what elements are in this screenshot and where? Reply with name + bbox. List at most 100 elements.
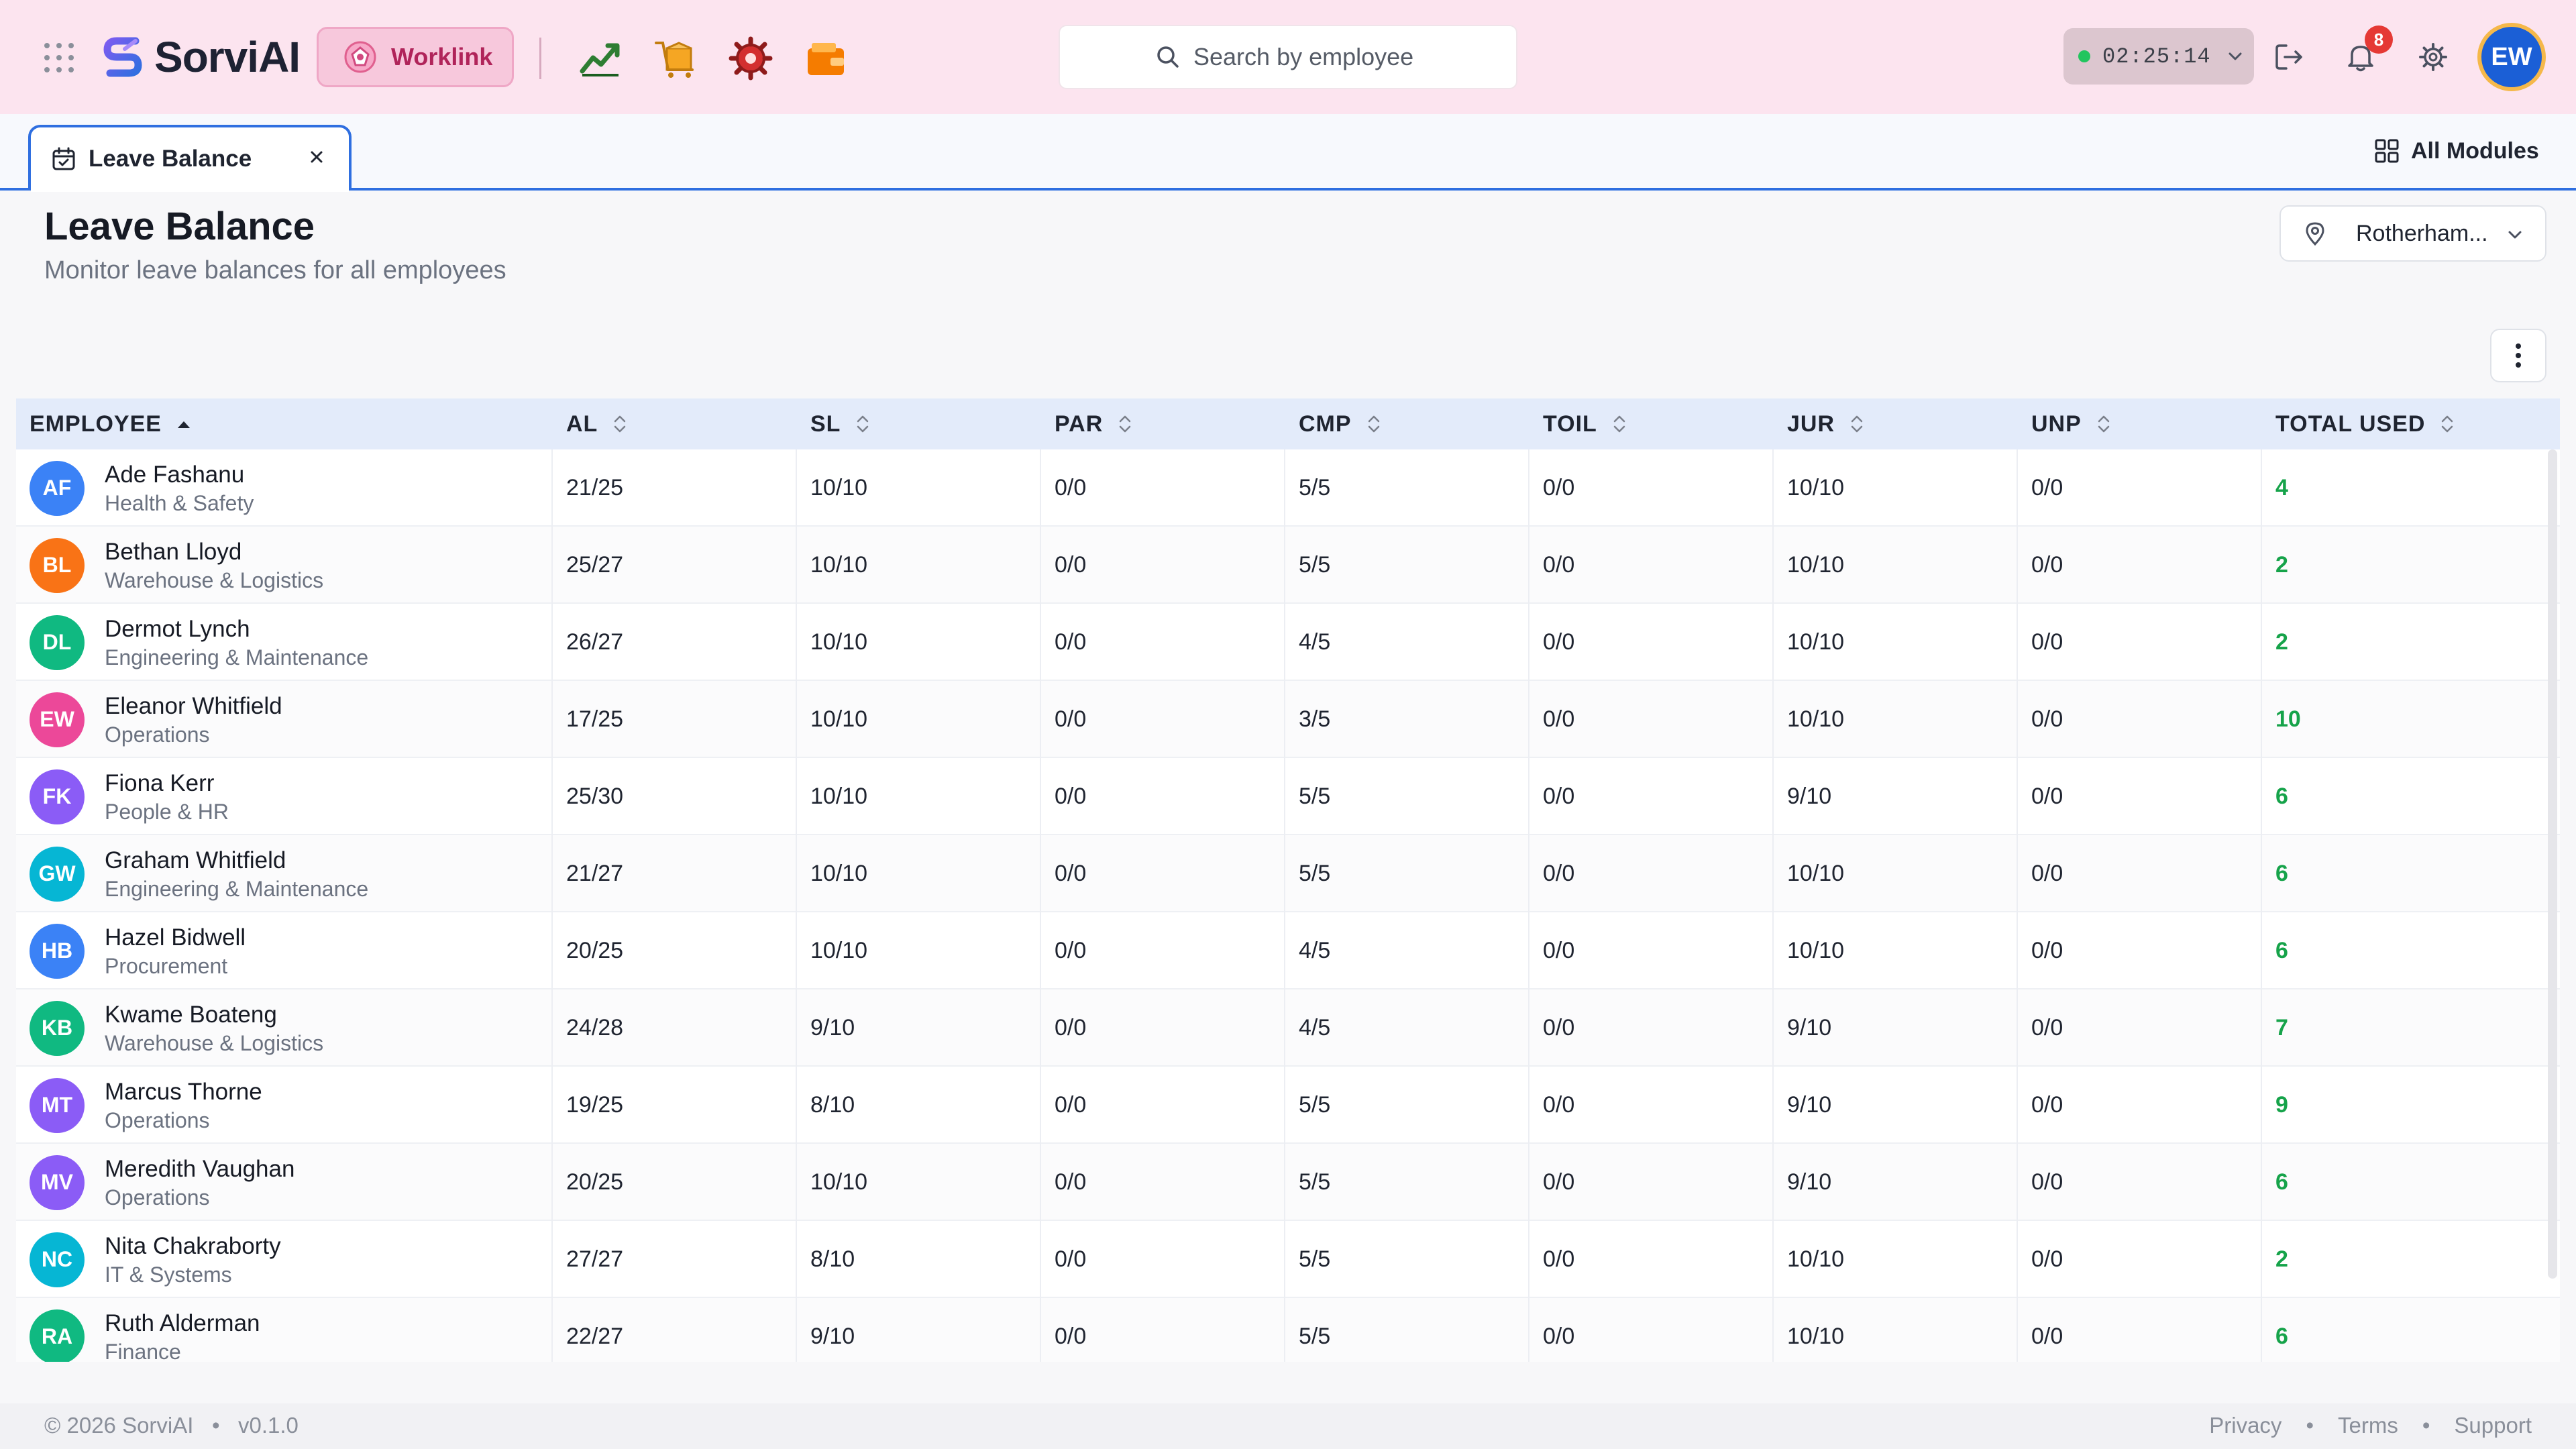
timer-status-dot [2078, 50, 2090, 62]
table-row[interactable]: BL Bethan Lloyd Warehouse & Logistics 25/27… [16, 527, 2560, 604]
sorvi-logo-icon [103, 37, 142, 77]
toil-cell: 0/0 [1543, 861, 1575, 886]
employee-department: Engineering & Maintenance [105, 876, 369, 901]
close-icon[interactable] [307, 148, 326, 166]
employee-department: IT & Systems [105, 1262, 232, 1287]
cmp-cell: 5/5 [1299, 784, 1331, 809]
employee-search[interactable] [1059, 25, 1517, 89]
more-options-button[interactable] [2490, 329, 2546, 382]
table-row[interactable]: KB Kwame Boateng Warehouse & Logistics 24/2… [16, 989, 2560, 1067]
column-header-cmp[interactable]: CMP [1299, 398, 1383, 449]
sl-cell: 10/10 [810, 552, 868, 578]
sl-cell: 10/10 [810, 475, 868, 500]
table-row[interactable]: EW Eleanor Whitfield Operations 17/25 10/10 0… [16, 681, 2560, 758]
avatar: MT [30, 1077, 85, 1133]
employee-name: Meredith Vaughan [105, 1155, 295, 1182]
user-avatar[interactable]: EW [2477, 23, 2546, 91]
version: v0.1.0 [238, 1413, 299, 1438]
calendar-icon [52, 147, 75, 170]
unp-cell: 0/0 [2031, 1015, 2063, 1040]
employee-cell: DL Dermot Lynch Engineering & Maintenance [30, 604, 368, 681]
total-used-cell: 6 [2275, 861, 2288, 886]
employee-cell: HB Hazel Bidwell Procurement [30, 912, 246, 989]
avatar: AF [30, 460, 85, 516]
brand-logo[interactable]: SorviAI [98, 27, 301, 87]
logout-icon[interactable] [2273, 40, 2306, 74]
column-header-toil[interactable]: TOIL [1543, 398, 1628, 449]
time-tracker[interactable]: 02:25:14 [2063, 28, 2254, 85]
unp-cell: 0/0 [2031, 1092, 2063, 1118]
table-row[interactable]: DL Dermot Lynch Engineering & Maintenance 2… [16, 604, 2560, 681]
table-row[interactable]: NC Nita Chakraborty IT & Systems 27/27 8/10 0… [16, 1221, 2560, 1298]
column-header-al[interactable]: AL [566, 398, 629, 449]
sl-cell: 8/10 [810, 1246, 855, 1272]
sort-icon [857, 415, 869, 433]
brand-name: SorviAI [154, 33, 301, 81]
table-row[interactable]: RA Ruth Alderman Finance 22/27 9/10 0/0 5/5 0/0… [16, 1298, 2560, 1362]
analytics-module-icon[interactable] [578, 36, 623, 80]
toil-cell: 0/0 [1543, 1092, 1575, 1118]
employee-info: Ade Fashanu Health & Safety [105, 460, 254, 517]
table-row[interactable]: HB Hazel Bidwell Procurement 20/25 10/10 0/0 4… [16, 912, 2560, 989]
toil-cell: 0/0 [1543, 1246, 1575, 1272]
column-divider [2017, 449, 2018, 1362]
al-cell: 21/25 [566, 475, 624, 500]
employee-department: People & HR [105, 799, 229, 824]
column-header-employee[interactable]: EMPLOYEE [30, 398, 193, 449]
employee-name: Nita Chakraborty [105, 1232, 281, 1259]
par-cell: 0/0 [1055, 1324, 1087, 1349]
column-header-jur[interactable]: JUR [1787, 398, 1866, 449]
column-header-total-used[interactable]: TOTAL USED [2275, 398, 2456, 449]
total-used-cell: 2 [2275, 1246, 2288, 1272]
table-row[interactable]: MT Marcus Thorne Operations 19/25 8/10 0/0 5/5… [16, 1067, 2560, 1144]
total-used-cell: 6 [2275, 1324, 2288, 1349]
separator: • [199, 1413, 232, 1438]
employee-info: Marcus Thorne Operations [105, 1077, 262, 1134]
column-divider [551, 449, 553, 1362]
wallet-module-icon[interactable] [804, 36, 848, 80]
table-scrollbar[interactable] [2548, 449, 2557, 1279]
employee-name: Ruth Alderman [105, 1309, 260, 1336]
toil-cell: 0/0 [1543, 1015, 1575, 1040]
table-row[interactable]: GW Graham Whitfield Engineering & Maintena… [16, 835, 2560, 912]
employee-cell: NC Nita Chakraborty IT & Systems [30, 1221, 281, 1298]
sort-icon [2442, 415, 2453, 433]
inventory-module-icon[interactable] [653, 36, 698, 80]
sort-icon [1851, 415, 1863, 433]
footer-link-support[interactable]: Support [2454, 1413, 2532, 1438]
unp-cell: 0/0 [2031, 861, 2063, 886]
footer-link-privacy[interactable]: Privacy [2209, 1413, 2282, 1438]
settings-module-icon[interactable] [729, 36, 773, 80]
gear-icon[interactable] [2416, 40, 2450, 74]
employee-info: Hazel Bidwell Procurement [105, 923, 246, 979]
avatar: MV [30, 1155, 85, 1210]
search-input[interactable] [1193, 43, 1421, 71]
column-header-par[interactable]: PAR [1055, 398, 1134, 449]
table-row[interactable]: AF Ade Fashanu Health & Safety 21/25 10/10 0/… [16, 449, 2560, 527]
table-row[interactable]: MV Meredith Vaughan Operations 20/25 10/10 0/… [16, 1144, 2560, 1221]
employee-cell: AF Ade Fashanu Health & Safety [30, 449, 254, 527]
app-launcher-icon[interactable] [44, 43, 74, 72]
footer-link-terms[interactable]: Terms [2338, 1413, 2398, 1438]
column-header-sl[interactable]: SL [810, 398, 871, 449]
cmp-cell: 5/5 [1299, 861, 1331, 886]
column-header-label: JUR [1787, 411, 1835, 437]
employee-info: Dermot Lynch Engineering & Maintenance [105, 614, 368, 671]
all-modules-button[interactable]: All Modules [2373, 134, 2539, 168]
table-row[interactable]: FK Fiona Kerr People & HR 25/30 10/10 0/0 5/5 0… [16, 758, 2560, 835]
employee-info: Bethan Lloyd Warehouse & Logistics [105, 537, 323, 594]
location-select[interactable]: Rotherham... [2279, 205, 2546, 262]
al-cell: 21/27 [566, 861, 624, 886]
unp-cell: 0/0 [2031, 1246, 2063, 1272]
column-header-label: TOTAL USED [2275, 411, 2426, 437]
unp-cell: 0/0 [2031, 1169, 2063, 1195]
worklink-module-button[interactable]: Worklink [317, 27, 514, 87]
employee-info: Fiona Kerr People & HR [105, 769, 229, 825]
employee-name: Eleanor Whitfield [105, 692, 282, 719]
toil-cell: 0/0 [1543, 784, 1575, 809]
column-header-unp[interactable]: UNP [2031, 398, 2112, 449]
unp-cell: 0/0 [2031, 938, 2063, 963]
employee-cell: KB Kwame Boateng Warehouse & Logistics [30, 989, 323, 1067]
employee-name: Dermot Lynch [105, 615, 250, 642]
tab-leave-balance[interactable]: Leave Balance [28, 125, 352, 191]
